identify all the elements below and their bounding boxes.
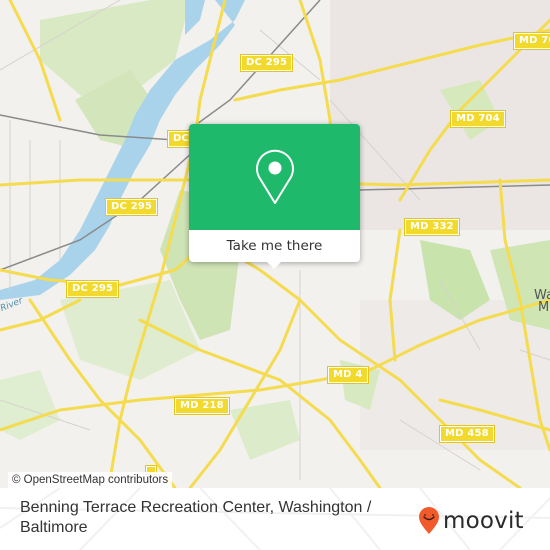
- place-label: M: [538, 300, 550, 315]
- moovit-logo[interactable]: moovit: [418, 507, 524, 535]
- road-shield-md-4: MD 4: [327, 366, 369, 384]
- road-shield-dc-295: DC 295: [65, 280, 120, 298]
- popup-header: [189, 124, 360, 230]
- moovit-smile-pin-icon: [419, 507, 439, 534]
- place-title: Benning Terrace Recreation Center, Washi…: [20, 499, 372, 536]
- road-shield-md-704: MD 704: [513, 32, 550, 50]
- map-pin-icon: [255, 149, 294, 204]
- take-me-there-button[interactable]: Take me there: [189, 230, 360, 262]
- road-shield-md-332: MD 332: [404, 218, 460, 236]
- road-shield-md-704: MD 704: [450, 110, 506, 128]
- footer: Benning Terrace Recreation Center, Washi…: [0, 488, 550, 550]
- road-shield-md-458: MD 458: [439, 425, 495, 443]
- road-shield-md-218: MD 218: [174, 397, 230, 415]
- location-popup[interactable]: Take me there: [189, 124, 360, 269]
- road-shield-dc-295: DC 295: [239, 54, 294, 72]
- map-attribution[interactable]: © OpenStreetMap contributors: [8, 472, 173, 488]
- popup-pointer: [266, 261, 282, 269]
- moovit-wordmark: moovit: [443, 508, 524, 534]
- map-view[interactable]: River DC 295 DC 295 DC 295 DC 295 MD 704…: [0, 0, 550, 488]
- road-shield-dc-295: DC 295: [104, 198, 159, 216]
